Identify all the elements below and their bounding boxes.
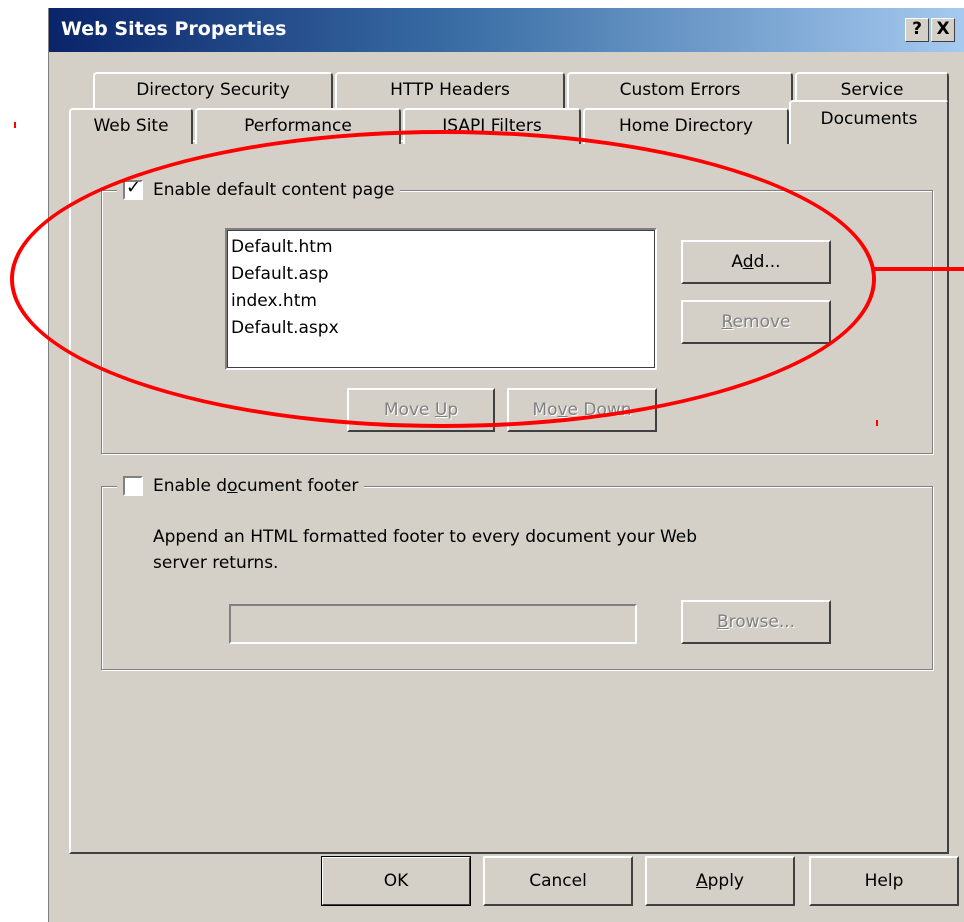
tab-label: Service	[840, 80, 904, 100]
remove-button-hotkey: R	[721, 312, 733, 332]
ok-button[interactable]: OK	[321, 856, 471, 906]
footer-description: Append an HTML formatted footer to every…	[153, 524, 697, 576]
enable-footer-hotkey: o	[227, 476, 238, 496]
apply-button[interactable]: Apply	[645, 856, 795, 906]
tab-label: HTTP Headers	[390, 80, 510, 100]
footer-path-field[interactable]	[229, 604, 637, 644]
help-label: Help	[864, 871, 904, 891]
tab-label: Directory Security	[136, 80, 290, 100]
tab-label: Custom Errors	[619, 80, 741, 100]
window-title: Web Sites Properties	[61, 18, 287, 40]
help-caption-button[interactable]: ?	[905, 18, 929, 42]
enable-footer-label-rest: cument footer	[237, 476, 359, 496]
list-item[interactable]: Default.htm	[231, 234, 651, 261]
browse-button[interactable]: Browse...	[681, 600, 831, 644]
properties-dialog: Web Sites Properties ? X Directory Secur…	[48, 8, 964, 922]
enable-footer-label: Enable document footer	[153, 476, 358, 496]
tab-http-headers[interactable]: HTTP Headers	[335, 72, 565, 108]
tab-web-site[interactable]: Web Site	[69, 108, 193, 144]
remove-button-label-rest: emove	[732, 312, 791, 332]
move-down-button[interactable]: Move Down	[507, 388, 657, 432]
tab-performance[interactable]: Performance	[195, 108, 401, 144]
apply-label-rest: pply	[707, 871, 744, 891]
tab-label: Home Directory	[619, 116, 753, 136]
tab-label: Web Site	[93, 116, 169, 136]
list-item[interactable]: Default.asp	[231, 261, 651, 288]
enable-footer-checkbox[interactable]	[123, 476, 143, 496]
cancel-button[interactable]: Cancel	[483, 856, 633, 906]
list-item[interactable]: index.htm	[231, 288, 651, 315]
tab-documents[interactable]: Documents	[789, 100, 949, 144]
move-up-button[interactable]: Move Up	[347, 388, 495, 432]
move-up-label: Move	[383, 400, 435, 420]
footer-description-line2: server returns.	[153, 553, 279, 573]
annotation-mark	[14, 122, 16, 128]
highlight-pointer-line	[872, 267, 964, 271]
add-button-hotkey: d	[742, 252, 754, 272]
move-up-hotkey: U	[434, 400, 448, 420]
browse-label-rest: rowse...	[728, 612, 796, 632]
enable-default-content-label: Enable default content page	[153, 180, 395, 200]
tab-directory-security[interactable]: Directory Security	[93, 72, 333, 108]
move-down-hotkey: v	[557, 400, 568, 420]
checkmark-icon: ✓	[126, 177, 142, 198]
close-caption-button[interactable]: X	[931, 18, 955, 42]
annotation-mark	[876, 420, 878, 426]
enable-footer-label-text: Enable d	[153, 476, 228, 496]
tab-custom-errors[interactable]: Custom Errors	[567, 72, 793, 108]
list-item[interactable]: Default.aspx	[231, 315, 651, 342]
tab-home-directory[interactable]: Home Directory	[583, 108, 789, 144]
move-down-label: Mo	[532, 400, 558, 420]
footer-description-line1: Append an HTML formatted footer to every…	[153, 527, 698, 547]
help-button[interactable]: Help	[809, 856, 959, 906]
tab-isapi-filters[interactable]: ISAPI Filters	[403, 108, 581, 144]
tab-label: ISAPI Filters	[442, 116, 542, 136]
add-button[interactable]: Add...	[681, 240, 831, 284]
default-content-legend[interactable]: ✓ Enable default content page	[117, 177, 401, 200]
browse-hotkey: B	[716, 612, 729, 632]
add-button-label-rest: d...	[753, 252, 781, 272]
move-up-label-rest: p	[447, 400, 459, 420]
documents-tab-panel: ✓ Enable default content page Default.ht…	[69, 140, 949, 854]
tab-label: Documents	[820, 109, 918, 129]
title-bar[interactable]: Web Sites Properties ? X	[49, 8, 964, 52]
apply-hotkey: A	[695, 871, 708, 891]
tab-label: Performance	[244, 116, 352, 136]
ok-label: OK	[383, 871, 409, 891]
cancel-label: Cancel	[529, 871, 587, 891]
document-footer-legend[interactable]: Enable document footer	[117, 476, 365, 496]
default-documents-list[interactable]: Default.htm Default.asp index.htm Defaul…	[225, 228, 657, 370]
enable-default-content-checkbox[interactable]: ✓	[123, 177, 143, 200]
remove-button[interactable]: Remove	[681, 300, 831, 344]
move-down-label-rest: e Down	[567, 400, 632, 420]
add-button-label: A	[731, 252, 743, 272]
